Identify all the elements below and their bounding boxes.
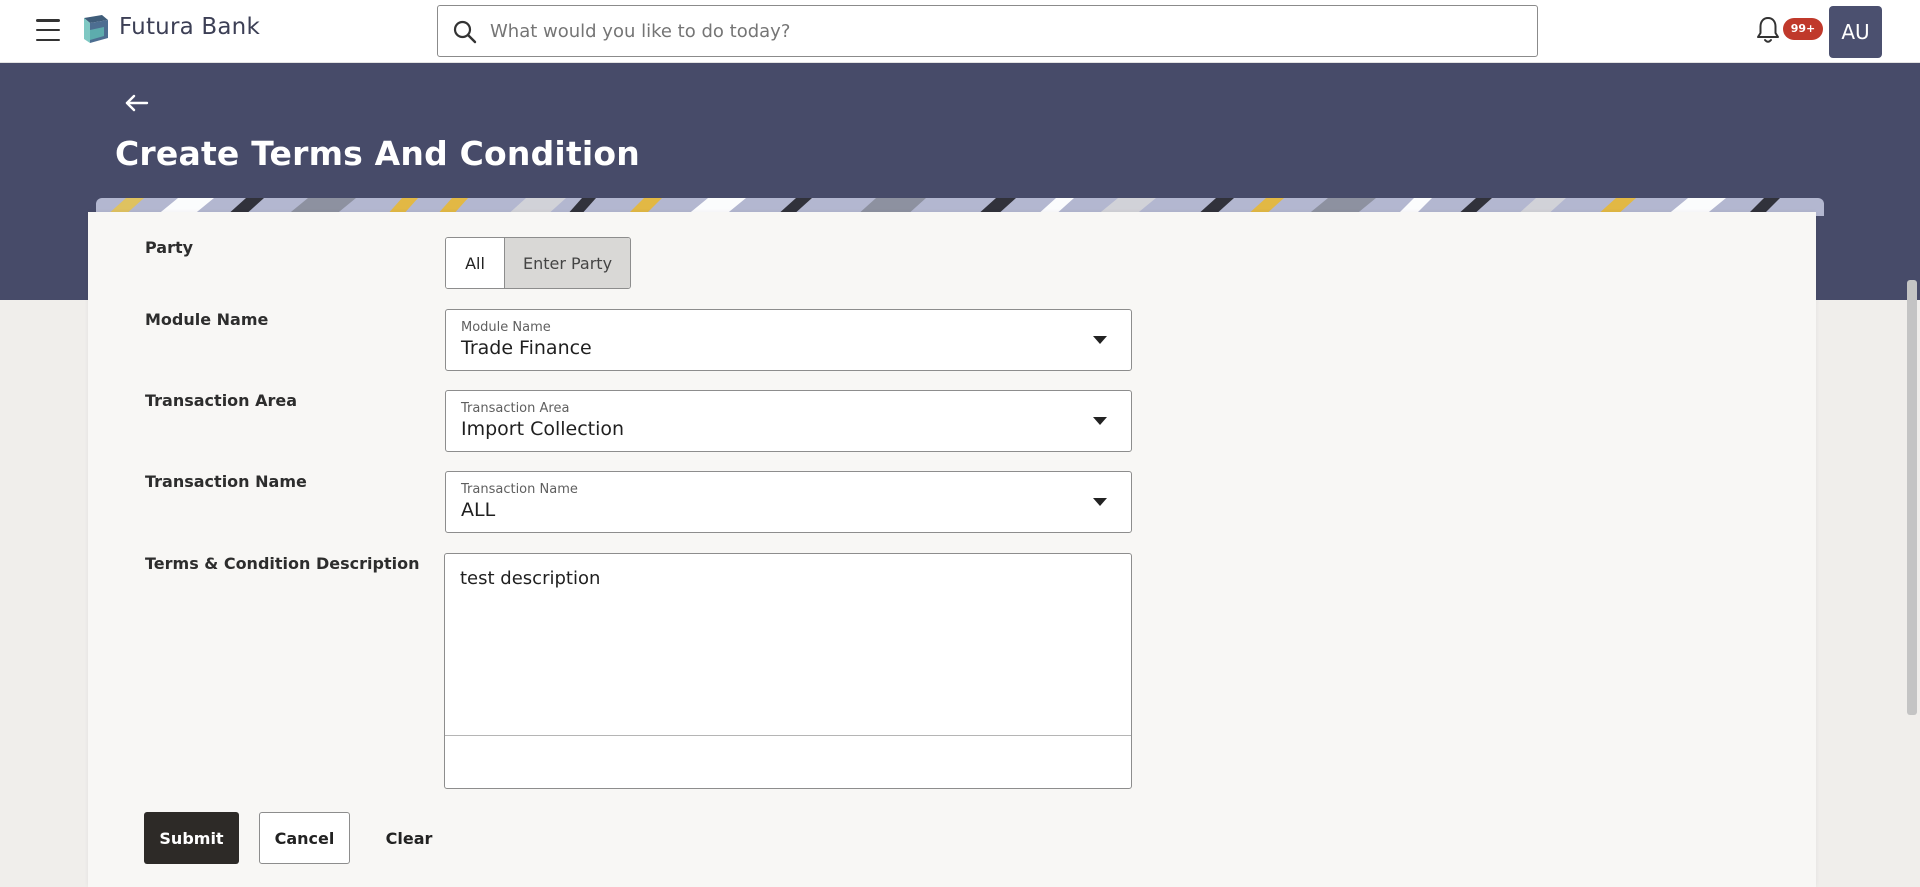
hamburger-menu-icon[interactable] — [36, 19, 60, 41]
transaction-area-label: Transaction Area — [145, 391, 298, 410]
module-name-value: Trade Finance — [461, 337, 592, 359]
search-bar[interactable] — [437, 5, 1538, 57]
module-name-label: Module Name — [145, 310, 269, 329]
search-input[interactable] — [490, 14, 1520, 48]
transaction-name-float-label: Transaction Name — [461, 482, 578, 497]
clear-button[interactable]: Clear — [376, 812, 442, 864]
module-name-select[interactable]: Module Name Trade Finance — [445, 309, 1132, 371]
description-label: Terms & Condition Description — [145, 554, 420, 573]
notification-count-badge[interactable]: 99+ — [1783, 18, 1823, 40]
transaction-area-select[interactable]: Transaction Area Import Collection — [445, 390, 1132, 452]
caret-down-icon — [1093, 498, 1107, 506]
transaction-name-value: ALL — [461, 499, 496, 521]
transaction-area-float-label: Transaction Area — [461, 401, 570, 416]
cancel-button[interactable]: Cancel — [259, 812, 350, 864]
vertical-scrollbar[interactable] — [1907, 280, 1917, 715]
bell-icon[interactable] — [1755, 15, 1781, 45]
party-toggle-group[interactable]: All Enter Party — [445, 237, 631, 289]
description-textarea[interactable]: test description — [444, 553, 1132, 789]
brand-name: Futura Bank — [119, 14, 260, 40]
back-arrow-icon[interactable] — [124, 92, 150, 114]
party-option-all[interactable]: All — [446, 238, 505, 288]
transaction-name-label: Transaction Name — [145, 472, 307, 491]
transaction-area-value: Import Collection — [461, 418, 625, 440]
search-icon — [453, 20, 477, 44]
party-option-enter-party[interactable]: Enter Party — [505, 238, 630, 288]
party-label: Party — [145, 238, 194, 257]
top-header: Futura Bank 99+ AU — [0, 0, 1920, 63]
transaction-name-select[interactable]: Transaction Name ALL — [445, 471, 1132, 533]
module-name-float-label: Module Name — [461, 320, 551, 335]
submit-button[interactable]: Submit — [144, 812, 239, 864]
textarea-divider — [445, 735, 1131, 736]
caret-down-icon — [1093, 336, 1107, 344]
futura-bank-logo — [84, 15, 108, 43]
caret-down-icon — [1093, 417, 1107, 425]
page-title: Create Terms And Condition — [115, 134, 640, 173]
user-avatar[interactable]: AU — [1829, 6, 1882, 58]
